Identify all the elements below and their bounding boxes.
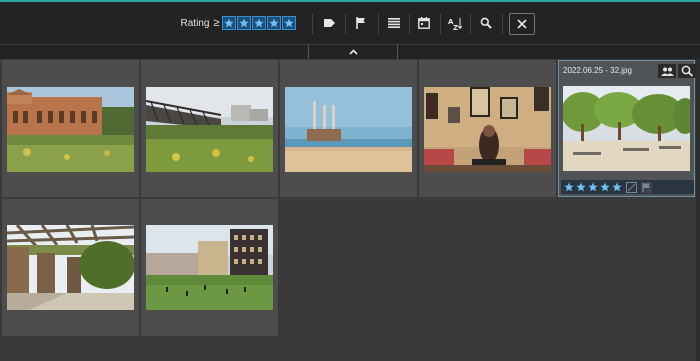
collapse-toolbar-button[interactable] [308,44,398,59]
scrollbar[interactable] [696,59,700,361]
calendar-icon[interactable] [413,2,435,44]
photo-pergola-garden [7,225,134,310]
thumbnail-cell[interactable] [280,60,417,197]
thumbnail-grid: 2022.06.25 - 32.jpg [0,59,700,361]
star-icon[interactable] [575,182,586,193]
svg-text:Z: Z [453,24,458,30]
photo-old-factory-building [7,87,134,172]
star-icon[interactable] [282,16,296,30]
thumbnail-cell[interactable] [2,199,139,336]
thumbnail-cell[interactable] [2,60,139,197]
toolbar-divider [378,14,379,34]
close-icon [517,19,527,29]
list-icon[interactable] [383,2,405,44]
toolbar-divider [345,14,346,34]
photo-woman-cafe [424,87,551,172]
thumbnail-rating-bar [561,180,694,194]
thumbnail-filename: 2022.06.25 - 32.jpg [563,66,632,75]
photo-park-trees [563,86,690,171]
toolbar-divider [470,14,471,34]
thumbnail-cell[interactable] [141,199,278,336]
thumbnail-cell[interactable] [419,60,556,197]
flag-icon[interactable] [350,2,372,44]
sort-az-icon[interactable]: AZ [444,2,466,44]
people-icon[interactable] [658,64,676,78]
toolbar-divider [409,14,410,34]
star-icon[interactable] [599,182,610,193]
star-icon[interactable] [267,16,281,30]
photo-football-field-buildings [146,225,273,310]
zoom-search-icon[interactable] [678,64,696,78]
toolbar: Rating ≥ AZ [0,0,700,44]
star-icon[interactable] [252,16,266,30]
close-button[interactable] [509,13,535,35]
tag-icon[interactable] [318,2,340,44]
star-icon[interactable] [237,16,251,30]
chevron-up-icon [348,48,358,55]
thumbnail-cell-selected[interactable]: 2022.06.25 - 32.jpg [558,60,696,197]
toolbar-divider [312,14,313,34]
rating-filter-label-group: Rating ≥ [180,2,220,44]
label-color-icon[interactable] [626,181,637,193]
star-icon[interactable] [587,182,598,193]
flag-icon[interactable] [641,181,652,193]
photo-railway-bridge [146,87,273,172]
toolbar-divider [440,14,441,34]
rating-operator: ≥ [213,17,220,29]
rating-label: Rating [180,17,210,29]
star-icon[interactable] [563,182,574,193]
photo-chimneys-beach [285,87,412,172]
star-icon[interactable] [611,182,622,193]
star-icon[interactable] [222,16,236,30]
rating-stars-filter[interactable] [222,16,296,30]
toolbar-divider [502,14,503,34]
search-icon[interactable] [475,2,497,44]
thumbnail-cell[interactable] [141,60,278,197]
